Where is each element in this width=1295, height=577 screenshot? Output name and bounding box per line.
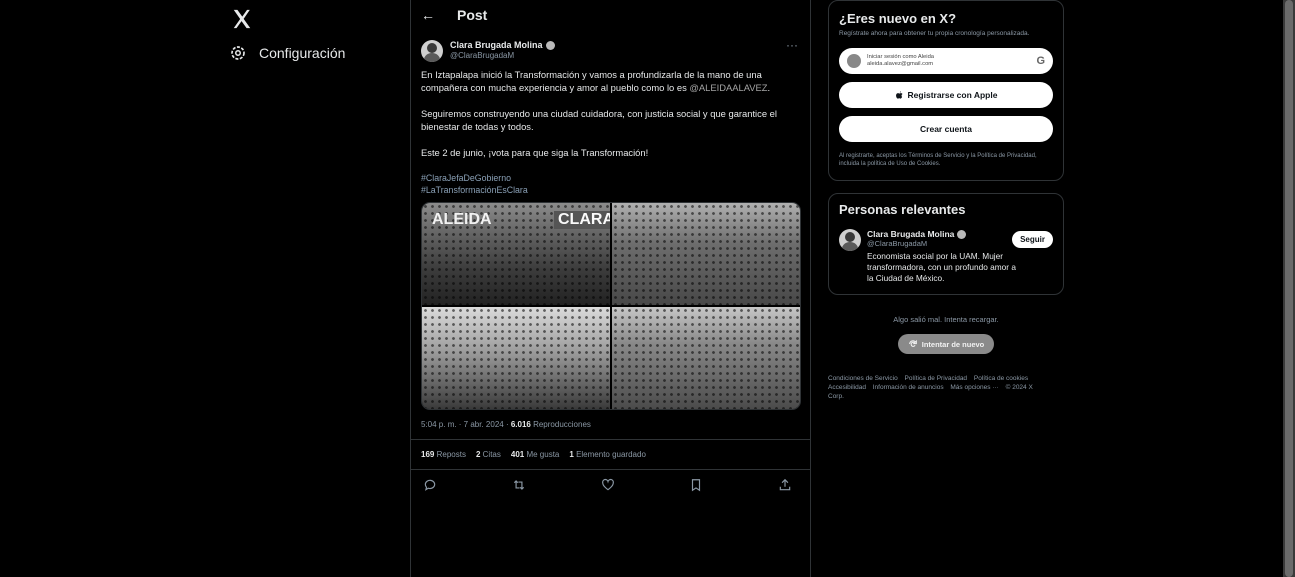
relevant-person: Clara Brugada Molina @ClaraBrugadaM Econ… (839, 229, 1053, 284)
retry-button[interactable]: Intentar de nuevo (897, 334, 995, 354)
signup-title: ¿Eres nuevo en X? (839, 11, 957, 26)
bookmark-icon[interactable] (689, 478, 703, 492)
scrollbar-thumb[interactable] (1285, 0, 1293, 577)
signup-terms: Al registrarte, aceptas los Términos de … (839, 153, 1037, 167)
person-name[interactable]: Clara Brugada Molina (867, 229, 954, 239)
post-photo[interactable]: ALEIDA CLARA (422, 203, 610, 305)
verified-badge-icon (545, 40, 555, 50)
google-account-name: Iniciar sesión como Aleida (867, 54, 935, 60)
footer-link[interactable]: Política de cookies (974, 375, 1028, 382)
photo-banner-text: CLARA (554, 211, 610, 229)
verified-badge-icon (957, 229, 967, 239)
hashtags: #ClaraJefaDeGobierno #LaTransformaciónEs… (421, 172, 800, 196)
mention-link[interactable]: @ALEIDAALAVEZ (689, 82, 767, 93)
post-paragraph-3: Este 2 de junio, ¡vota para que siga la … (421, 147, 649, 158)
post-actions (411, 470, 810, 492)
error-message: Algo salió mal. Intenta recargar. (893, 315, 999, 324)
follow-button[interactable]: Seguir (1012, 231, 1053, 248)
person-handle[interactable]: @ClaraBrugadaM (867, 239, 1017, 248)
post-stats: 169 Reposts 2 Citas 401 Me gusta 1 Eleme… (411, 440, 810, 470)
apple-signup-button[interactable]: Registrarse con Apple (839, 82, 1053, 108)
post-photo[interactable] (612, 203, 800, 305)
google-account-email: aleida.alavez@gmail.com (867, 61, 934, 67)
repost-icon[interactable] (512, 478, 526, 492)
views-count: 6.016 (510, 420, 531, 429)
post-paragraph-2: Seguiremos construyendo una ciudad cuida… (421, 108, 777, 132)
x-logo-icon[interactable] (231, 8, 253, 30)
hashtag-link[interactable]: #ClaraJefaDeGobierno (421, 172, 800, 184)
like-icon[interactable] (601, 478, 615, 492)
page-title: Post (457, 7, 488, 23)
hashtag-link[interactable]: #LaTransformaciónEsClara (421, 184, 800, 196)
relevant-people-title: Personas relevantes (839, 202, 966, 217)
post-meta: 5:04 p. m. · 7 abr. 2024 · 6.016 Reprodu… (411, 410, 810, 440)
author-name[interactable]: Clara Brugada Molina (450, 40, 543, 50)
footer-link[interactable]: Condiciones de Servicio (828, 375, 898, 382)
post-media-grid: ALEIDA CLARA (421, 202, 801, 410)
apple-icon (895, 91, 903, 99)
photo-banner-text: ALEIDA (432, 211, 492, 228)
right-sidebar: ¿Eres nuevo en X? Regístrate ahora para … (828, 0, 1064, 401)
post-timestamp[interactable]: 5:04 p. m. · 7 abr. 2024 · (421, 420, 511, 429)
signup-description: Regístrate ahora para obtener tu propia … (839, 30, 1030, 37)
main-column: ← Post Clara Brugada Molina @ClaraBrugad… (410, 0, 811, 577)
page-scrollbar[interactable] (1283, 0, 1295, 577)
gear-icon (231, 46, 245, 60)
footer-links: Condiciones de Servicio Política de Priv… (828, 374, 1064, 401)
google-signin-button[interactable]: Iniciar sesión como Aleida aleida.alavez… (839, 48, 1053, 74)
google-account-avatar (847, 54, 861, 68)
reposts-stat[interactable]: 169 Reposts (421, 450, 466, 459)
relevant-people-card: Personas relevantes Clara Brugada Molina… (828, 193, 1064, 295)
share-icon[interactable] (778, 478, 792, 492)
create-account-button[interactable]: Crear cuenta (839, 116, 1053, 142)
post-text: En Iztapalapa inició la Transformación y… (411, 62, 810, 196)
footer-link[interactable]: Política de Privacidad (905, 375, 968, 382)
post-header: ← Post (411, 0, 810, 30)
author-avatar[interactable] (421, 40, 443, 62)
apple-signup-label: Registrarse con Apple (907, 90, 998, 100)
nav-settings[interactable]: Configuración (229, 44, 405, 62)
reply-icon[interactable] (423, 478, 437, 492)
post-photo[interactable] (422, 307, 610, 409)
arrow-left-icon[interactable]: ← (421, 7, 435, 23)
signup-card: ¿Eres nuevo en X? Regístrate ahora para … (828, 0, 1064, 181)
quotes-stat[interactable]: 2 Citas (476, 450, 501, 459)
person-bio: Economista social por la UAM. Mujer tran… (867, 251, 1016, 283)
more-options-icon[interactable]: ··· (786, 38, 798, 52)
refresh-icon (908, 339, 917, 347)
retry-label: Intentar de nuevo (921, 339, 985, 349)
trends-error: Algo salió mal. Intenta recargar. Intent… (828, 315, 1064, 354)
left-nav: Configuración (225, 8, 405, 62)
post-photo[interactable] (612, 307, 800, 409)
person-avatar[interactable] (839, 229, 861, 251)
google-g-icon: G (1036, 55, 1045, 67)
post-paragraph-1: En Iztapalapa inició la Transformación y… (421, 69, 771, 93)
author-handle[interactable]: @ClaraBrugadaM (450, 51, 555, 60)
likes-stat[interactable]: 401 Me gusta (511, 450, 560, 459)
footer-link[interactable]: Accesibilidad (828, 384, 866, 391)
post-author: Clara Brugada Molina @ClaraBrugadaM ··· (411, 30, 810, 62)
footer-link[interactable]: Información de anuncios (873, 384, 944, 391)
nav-settings-label: Configuración (259, 45, 346, 61)
bookmarks-stat[interactable]: 1 Elemento guardado (569, 450, 646, 459)
footer-link[interactable]: Más opciones ··· (950, 384, 998, 391)
